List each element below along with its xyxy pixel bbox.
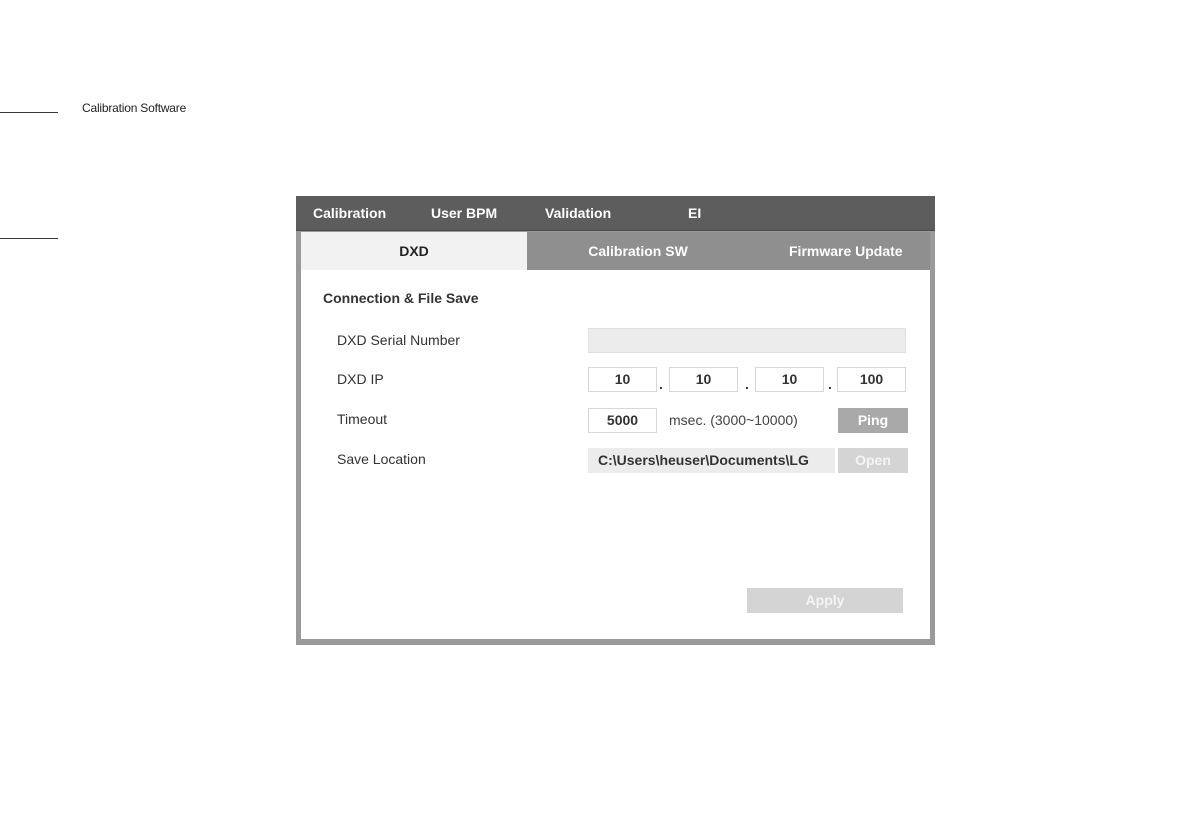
ip-separator: .: [828, 376, 832, 392]
save-location-label: Save Location: [337, 451, 426, 467]
serial-number-label: DXD Serial Number: [337, 332, 460, 348]
tab-bar: DXD Calibration SW Firmware Update: [301, 232, 930, 270]
open-button[interactable]: Open: [838, 448, 908, 473]
timeout-field[interactable]: 5000: [588, 408, 657, 433]
menubar: Calibration User BPM Validation EI: [296, 196, 935, 231]
section-title: Connection & File Save: [323, 290, 479, 306]
ping-button[interactable]: Ping: [838, 408, 908, 433]
ip-separator: .: [745, 376, 749, 392]
document-header-title: Calibration Software: [82, 101, 187, 115]
dxd-panel: Connection & File Save DXD Serial Number…: [301, 270, 930, 639]
ip-separator: .: [659, 376, 663, 392]
calibration-window: Calibration User BPM Validation EI DXD C…: [296, 196, 935, 645]
save-path-field[interactable]: C:\Users\heuser\Documents\LG: [588, 448, 835, 473]
header-rule-top: [0, 112, 58, 113]
serial-number-field[interactable]: [588, 328, 906, 353]
ip-octet-4[interactable]: 100: [837, 367, 906, 392]
tab-dxd[interactable]: DXD: [301, 232, 527, 270]
menu-user-bpm[interactable]: User BPM: [431, 205, 497, 221]
tab-calibration-sw[interactable]: Calibration SW: [527, 232, 749, 270]
timeout-hint: msec. (3000~10000): [669, 412, 798, 428]
header-rule-bottom: [0, 238, 58, 239]
ip-octet-3[interactable]: 10: [755, 367, 824, 392]
apply-button[interactable]: Apply: [747, 588, 903, 613]
menu-validation[interactable]: Validation: [545, 205, 611, 221]
menu-ei[interactable]: EI: [688, 205, 701, 221]
dxd-ip-label: DXD IP: [337, 371, 384, 387]
ip-octet-2[interactable]: 10: [669, 367, 738, 392]
timeout-label: Timeout: [337, 411, 388, 427]
menu-calibration[interactable]: Calibration: [313, 205, 386, 221]
tab-firmware-update[interactable]: Firmware Update: [789, 232, 930, 270]
ip-octet-1[interactable]: 10: [588, 367, 657, 392]
